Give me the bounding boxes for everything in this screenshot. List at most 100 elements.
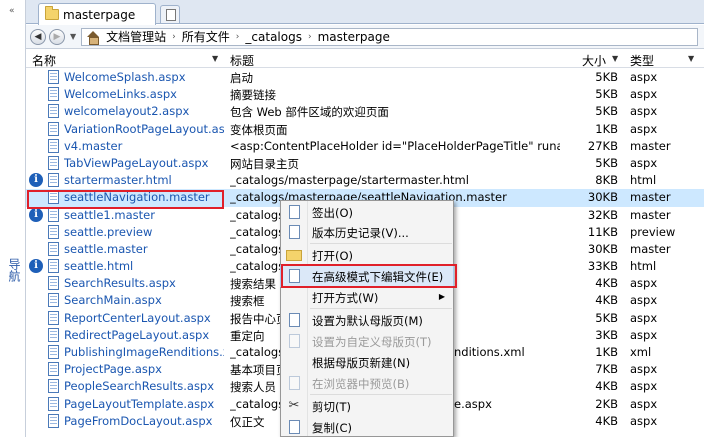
sort-dropdown-icon[interactable]: ▼ [688, 54, 694, 63]
table-row[interactable]: VariationRootPageLayout.aspx 变体根页面 1KB aspx [26, 121, 704, 138]
file-icon [48, 104, 59, 119]
table-row[interactable]: i startermaster.html _catalogs/masterpage/… [26, 172, 704, 189]
file-size: 8KB [595, 173, 618, 188]
file-title-tail: e.aspx [454, 396, 492, 411]
file-icon [48, 379, 59, 394]
table-row[interactable]: v4.master <asp:ContentPlaceHolder id="Pla… [26, 138, 704, 155]
file-size: 7KB [595, 362, 618, 377]
breadcrumb-separator-icon[interactable]: › [236, 32, 240, 42]
tab-label: masterpage [63, 7, 136, 22]
menu-item-set-default-master[interactable]: 设置为默认母版页(M) [281, 310, 453, 330]
table-row[interactable]: welcomelayout2.aspx 包含 Web 部件区域的欢迎页面 5KB as… [26, 103, 704, 120]
file-size: 1KB [595, 121, 618, 136]
file-size: 4KB [595, 379, 618, 394]
file-name[interactable]: PageFromDocLayout.aspx [64, 414, 224, 428]
file-title: 包含 Web 部件区域的欢迎页面 [230, 105, 389, 120]
file-size: 5KB [595, 104, 618, 119]
collapse-icon[interactable]: « [9, 6, 15, 16]
column-title[interactable]: 标题 [230, 52, 254, 69]
breadcrumb-catalogs[interactable]: _catalogs [245, 30, 302, 44]
menu-item-set-custom-master[interactable]: 设置为自定义母版页(T) [281, 331, 453, 351]
file-name[interactable]: SearchResults.aspx [64, 276, 224, 290]
navigation-pane: « 导航 [0, 0, 26, 437]
file-name[interactable]: seattle.html [64, 259, 224, 273]
tab-masterpage[interactable]: masterpage [38, 3, 156, 25]
home-icon [86, 30, 100, 45]
file-type: aspx [630, 104, 658, 119]
file-name[interactable]: WelcomeSplash.aspx [64, 70, 224, 84]
file-title: 网站目录主页 [230, 156, 299, 171]
sort-dropdown-icon[interactable]: ▼ [212, 54, 218, 63]
file-size: 5KB [595, 87, 618, 102]
file-icon [48, 207, 59, 222]
breadcrumb: 文档管理站 › 所有文件 › _catalogs › masterpage [81, 27, 698, 46]
back-button[interactable]: ◀ [30, 28, 46, 45]
file-icon [48, 413, 59, 428]
column-name[interactable]: 名称 [32, 52, 56, 69]
file-name[interactable]: PeopleSearchResults.aspx [64, 379, 224, 393]
address-bar: ◀ ▶ ▼ 文档管理站 › 所有文件 › _catalogs › masterp… [26, 25, 704, 49]
sort-dropdown-icon[interactable]: ▼ [612, 54, 618, 63]
table-row[interactable]: TabViewPageLayout.aspx 网站目录主页 5KB aspx [26, 155, 704, 172]
menu-separator [310, 394, 452, 395]
breadcrumb-separator-icon[interactable]: › [308, 32, 312, 42]
file-title: 变体根页面 [230, 122, 288, 137]
breadcrumb-separator-icon[interactable]: › [172, 32, 176, 42]
menu-item-version-history[interactable]: 版本历史记录(V)... [281, 222, 453, 242]
file-size: 3KB [595, 327, 618, 342]
file-type: aspx [630, 310, 658, 325]
breadcrumb-masterpage[interactable]: masterpage [318, 30, 390, 44]
file-type: html [630, 173, 657, 188]
forward-button[interactable]: ▶ [49, 28, 65, 45]
file-icon [48, 173, 59, 188]
menu-item-cut[interactable]: ✂ 剪切(T) [281, 396, 453, 416]
file-name[interactable]: RedirectPageLayout.aspx [64, 328, 224, 342]
table-row[interactable]: WelcomeSplash.aspx 启动 5KB aspx [26, 69, 704, 86]
column-type[interactable]: 类型 [630, 52, 654, 69]
file-name[interactable]: TabViewPageLayout.aspx [64, 156, 224, 170]
info-icon: i [29, 259, 43, 274]
file-name[interactable]: startermaster.html [64, 173, 224, 187]
file-icon [48, 70, 59, 84]
menu-item-copy[interactable]: 复制(C) [281, 417, 453, 437]
breadcrumb-all-files[interactable]: 所有文件 [182, 28, 230, 45]
file-icon [48, 396, 59, 411]
file-name[interactable]: welcomelayout2.aspx [64, 104, 224, 118]
file-name[interactable]: PageLayoutTemplate.aspx [64, 397, 224, 411]
file-name[interactable]: seattle1.master [64, 208, 224, 222]
file-name[interactable]: WelcomeLinks.aspx [64, 87, 224, 101]
context-menu: 签出(O) 版本历史记录(V)... 打开(O) 在高级模式下编辑文件(E) 打… [280, 200, 454, 437]
column-size[interactable]: 大小 [582, 52, 606, 69]
file-type: master [630, 190, 671, 205]
new-tab-button[interactable] [160, 5, 180, 23]
file-type: html [630, 259, 657, 274]
menu-item-checkout[interactable]: 签出(O) [281, 202, 453, 222]
file-type: master [630, 138, 671, 153]
file-name[interactable]: SearchMain.aspx [64, 293, 224, 307]
history-dropdown-icon[interactable]: ▼ [70, 32, 76, 41]
file-name[interactable]: seattle.master [64, 242, 224, 256]
navigation-label[interactable]: 导航 [6, 258, 23, 282]
file-size: 27KB [587, 138, 618, 153]
file-type: aspx [630, 155, 658, 170]
highlight-box [281, 264, 457, 288]
menu-item-preview-browser[interactable]: 在浏览器中预览(B) [281, 373, 453, 393]
file-icon [48, 276, 59, 291]
file-title: _catalogs/masterpage/startermaster.html [230, 173, 469, 188]
file-size: 5KB [595, 70, 618, 84]
file-name[interactable]: seattle.preview [64, 225, 224, 239]
file-name[interactable]: ReportCenterLayout.aspx [64, 311, 224, 325]
file-name[interactable]: ProjectPage.aspx [64, 362, 224, 376]
menu-item-open-with[interactable]: 打开方式(W) ▶ [281, 287, 453, 307]
file-icon [48, 138, 59, 153]
breadcrumb-site[interactable]: 文档管理站 [106, 28, 166, 45]
file-name[interactable]: v4.master [64, 139, 224, 153]
file-icon [48, 155, 59, 170]
file-icon [48, 259, 59, 274]
menu-item-open[interactable]: 打开(O) [281, 245, 453, 265]
file-name[interactable]: VariationRootPageLayout.aspx [64, 122, 224, 136]
menu-item-new-from-master[interactable]: 根据母版页新建(N) [281, 352, 453, 372]
file-title: 启动 [230, 71, 253, 85]
file-name[interactable]: PublishingImageRenditions.xml [64, 345, 224, 359]
table-row[interactable]: WelcomeLinks.aspx 摘要链接 5KB aspx [26, 86, 704, 103]
